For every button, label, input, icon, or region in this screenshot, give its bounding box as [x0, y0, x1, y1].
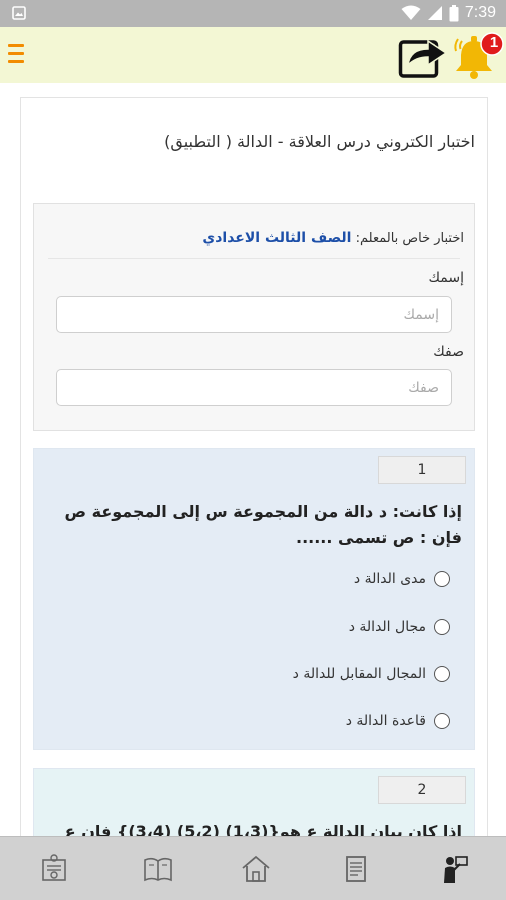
home-icon[interactable] [240, 853, 272, 885]
menu-icon[interactable] [8, 44, 24, 64]
question-number: 2 [378, 776, 466, 804]
answer-option[interactable]: قاعدة الدالة د [346, 713, 450, 729]
name-input[interactable] [56, 296, 452, 333]
option-label: مجال الدالة د [348, 619, 426, 635]
name-label: إسمك [428, 270, 464, 286]
image-notification-icon [12, 6, 26, 20]
class-input[interactable] [56, 369, 452, 406]
radio-button[interactable] [434, 713, 450, 729]
exam-title: اختبار الكتروني درس العلاقة - الدالة ( ا… [164, 132, 475, 151]
teacher-line: اختبار خاص بالمعلم: الصف الثالث الاعدادي [202, 230, 464, 246]
bottom-navigation [0, 836, 506, 900]
signal-icon [427, 6, 442, 20]
radio-button[interactable] [434, 666, 450, 682]
answer-option[interactable]: مجال الدالة د [349, 619, 450, 635]
radio-button[interactable] [434, 619, 450, 635]
option-label: المجال المقابل للدالة د [292, 666, 426, 682]
option-label: قاعدة الدالة د [345, 713, 426, 729]
status-time: 7:39 [464, 4, 496, 21]
question-text: إذا كانت: د دالة من المجموعة س إلى المجم… [64, 502, 462, 547]
question-number: 1 [378, 456, 466, 484]
student-info-panel: اختبار خاص بالمعلم: الصف الثالث الاعدادي… [33, 203, 475, 431]
battery-icon [449, 4, 459, 21]
teacher-icon[interactable] [438, 853, 470, 885]
radio-button[interactable] [434, 571, 450, 587]
certificate-icon[interactable] [38, 853, 70, 885]
answer-option[interactable]: المجال المقابل للدالة د [293, 666, 450, 682]
class-label: صفك [433, 344, 464, 360]
divider [48, 258, 460, 259]
notification-count-badge: 1 [489, 34, 499, 51]
status-bar: 7:39 [0, 0, 506, 27]
book-icon[interactable] [142, 853, 174, 885]
teacher-prefix: اختبار خاص بالمعلم: [355, 231, 464, 246]
question-card: 1 إذا كانت: د دالة من المجموعة س إلى الم… [33, 448, 475, 750]
exam-container: اختبار الكتروني درس العلاقة - الدالة ( ا… [20, 97, 488, 857]
app-bar: 1 [0, 27, 506, 83]
option-label: مدى الدالة د [353, 571, 426, 587]
answer-option[interactable]: مدى الدالة د [354, 571, 450, 587]
wifi-icon [401, 5, 421, 20]
share-icon[interactable] [398, 35, 450, 79]
grade-label: الصف الثالث الاعدادي [202, 230, 352, 246]
document-icon[interactable] [340, 853, 372, 885]
